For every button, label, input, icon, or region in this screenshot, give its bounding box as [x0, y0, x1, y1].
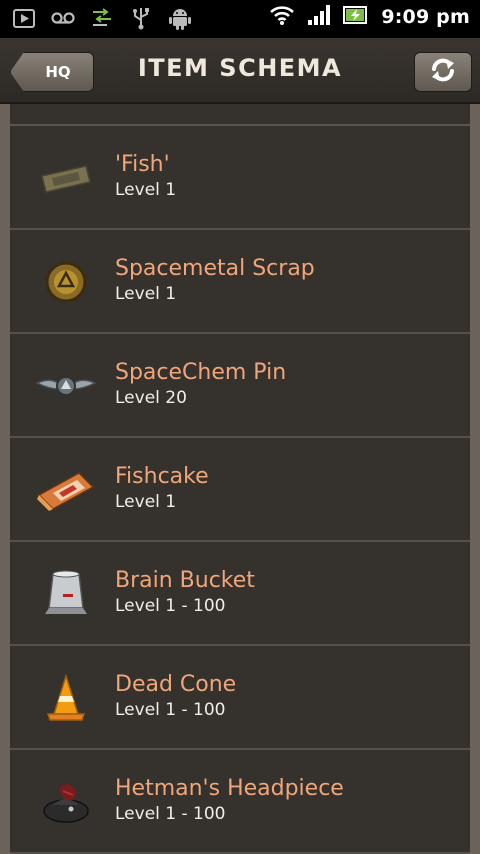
- refresh-icon: [428, 55, 458, 89]
- app-header: HQ ITEM SCHEMA: [0, 38, 480, 104]
- notification-icons: [12, 6, 192, 30]
- play-store-icon: [12, 6, 36, 30]
- fishcake-icon: [32, 456, 100, 524]
- refresh-button[interactable]: [414, 52, 472, 92]
- sync-transfer-icon: [90, 6, 114, 30]
- list-item[interactable]: Hetman's Headpiece Level 1 - 100: [10, 750, 470, 854]
- item-name: SpaceChem Pin: [115, 360, 287, 385]
- hq-back-label: HQ: [45, 63, 71, 81]
- fish-item-icon: [32, 144, 100, 212]
- item-level: Level 1: [115, 492, 177, 512]
- list-item[interactable]: Brain Bucket Level 1 - 100: [10, 542, 470, 646]
- android-debug-icon: [168, 6, 192, 30]
- list-item[interactable]: SpaceChem Pin Level 20: [10, 334, 470, 438]
- item-name: Hetman's Headpiece: [115, 776, 344, 801]
- list-item[interactable]: 'Fish' Level 1: [10, 126, 470, 230]
- item-name: 'Fish': [115, 152, 170, 177]
- item-schema-list[interactable]: 'Fish' Level 1 Spacemetal Scrap Level 1 …: [10, 104, 470, 854]
- voicemail-icon: [51, 6, 75, 30]
- item-name: Dead Cone: [115, 672, 237, 697]
- spacechem-pin-icon: [32, 352, 100, 420]
- signal-icon: [307, 4, 331, 30]
- item-level: Level 1 - 100: [115, 804, 226, 824]
- item-level: Level 1 - 100: [115, 596, 226, 616]
- page-title: ITEM SCHEMA: [137, 54, 343, 82]
- spacemetal-scrap-icon: [32, 248, 100, 316]
- hq-back-button[interactable]: HQ: [10, 52, 94, 92]
- item-level: Level 20: [115, 388, 187, 408]
- brain-bucket-icon: [32, 560, 100, 628]
- system-indicators: 9:09 pm: [269, 4, 470, 30]
- item-level: Level 1: [115, 180, 177, 200]
- item-level: Level 1 - 100: [115, 700, 226, 720]
- status-bar: 9:09 pm: [0, 0, 480, 38]
- usb-icon: [129, 6, 153, 30]
- item-name: Brain Bucket: [115, 568, 255, 593]
- hetmans-headpiece-icon: [32, 768, 100, 836]
- item-name: Fishcake: [115, 464, 209, 489]
- battery-charging-icon: [343, 4, 369, 30]
- list-item[interactable]: Spacemetal Scrap Level 1: [10, 230, 470, 334]
- wifi-icon: [269, 4, 295, 30]
- item-level: Level 1: [115, 284, 177, 304]
- list-item[interactable]: Fishcake Level 1: [10, 438, 470, 542]
- item-name: Spacemetal Scrap: [115, 256, 315, 281]
- list-item[interactable]: Dead Cone Level 1 - 100: [10, 646, 470, 750]
- dead-cone-icon: [32, 664, 100, 732]
- clock: 9:09 pm: [381, 6, 470, 28]
